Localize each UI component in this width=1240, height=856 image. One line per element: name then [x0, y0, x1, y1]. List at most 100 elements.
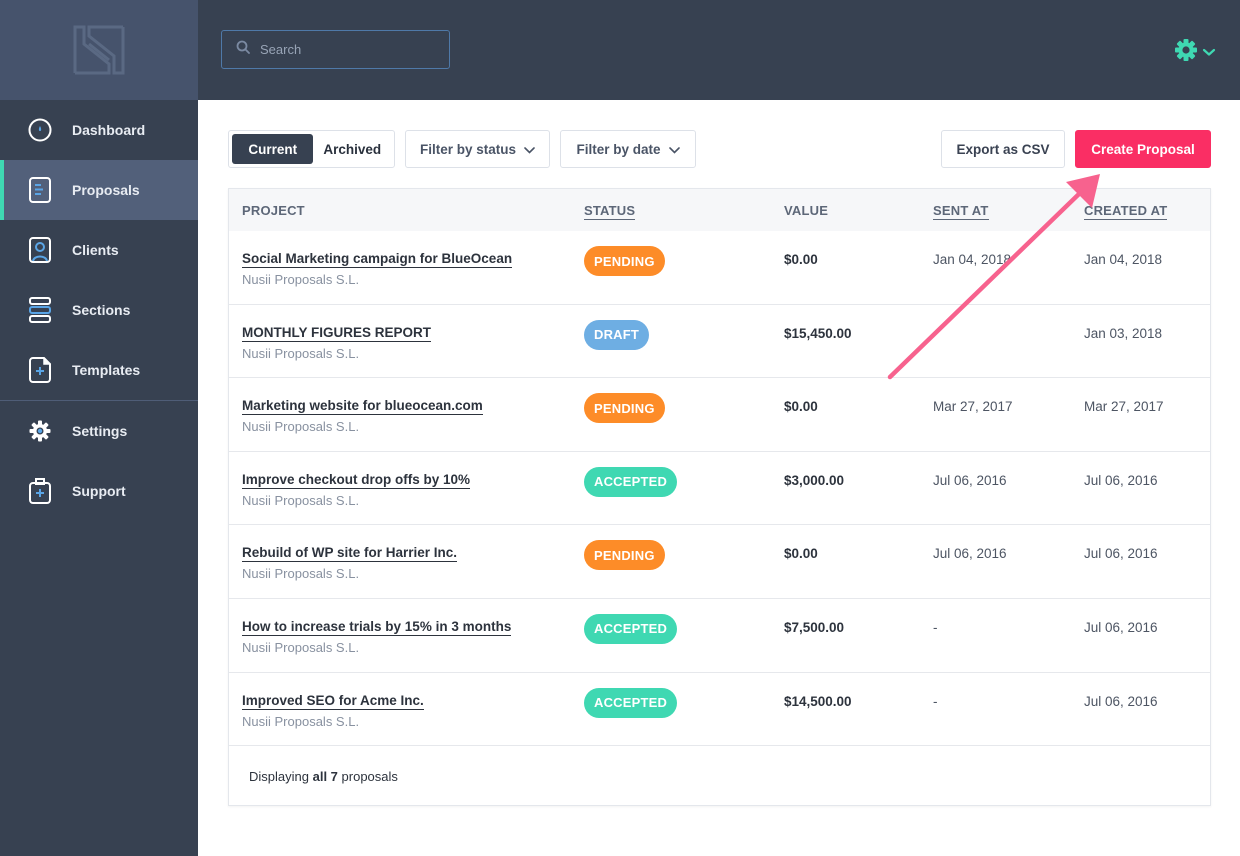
project-cell: Marketing website for blueocean.com Nusii…: [242, 398, 483, 434]
created-at-cell: Jul 06, 2016: [1084, 619, 1158, 635]
table-row[interactable]: Improved SEO for Acme Inc. Nusii Proposal…: [229, 673, 1210, 747]
gear-icon: [1174, 38, 1198, 67]
client-icon: [28, 237, 52, 263]
template-icon: [28, 357, 52, 383]
sidebar-item-label: Templates: [72, 362, 141, 378]
sidebar: Dashboard Proposals Clients Sections Tem…: [0, 0, 198, 856]
filter-by-status-dropdown[interactable]: Filter by status: [405, 130, 550, 168]
table-row[interactable]: Social Marketing campaign for BlueOcean N…: [229, 231, 1210, 305]
value-cell: $0.00: [784, 252, 818, 267]
project-cell: Rebuild of WP site for Harrier Inc. Nusii…: [242, 545, 458, 582]
project-title-link[interactable]: MONTHLY FIGURES REPORT: [242, 325, 432, 342]
value-cell: $14,500.00: [784, 693, 852, 709]
project-client: Nusii Proposals S.L.: [242, 272, 360, 287]
column-header-value: VALUE: [784, 203, 829, 218]
column-header-project: PROJECT: [242, 203, 305, 218]
create-proposal-button[interactable]: Create Proposal: [1075, 130, 1211, 168]
table-row[interactable]: MONTHLY FIGURES REPORT Nusii Proposals S.…: [229, 305, 1210, 379]
table-row[interactable]: Marketing website for blueocean.com Nusii…: [229, 378, 1210, 452]
project-title-link[interactable]: Social Marketing campaign for BlueOcean: [242, 251, 513, 268]
sidebar-item-proposals[interactable]: Proposals: [0, 160, 198, 220]
sidebar-item-clients[interactable]: Clients: [0, 220, 198, 280]
sent-at-cell: Jul 06, 2016: [933, 546, 1007, 562]
settings-menu-button[interactable]: [1174, 38, 1216, 67]
status-badge: ACCEPTED: [584, 466, 678, 497]
search-box[interactable]: [221, 30, 450, 69]
search-icon: [236, 40, 250, 59]
status-badge: ACCEPTED: [584, 687, 678, 718]
status-badge: PENDING: [584, 540, 665, 571]
chevron-down-icon: [524, 142, 535, 157]
table-header: PROJECT STATUS VALUE SENT AT CREATED AT: [229, 189, 1210, 231]
project-client: Nusii Proposals S.L.: [242, 639, 360, 655]
tab-current[interactable]: Current: [232, 134, 314, 164]
value-cell: $3,000.00: [784, 472, 845, 488]
table-row[interactable]: Rebuild of WP site for Harrier Inc. Nusii…: [229, 525, 1210, 599]
top-header: [198, 0, 1240, 100]
sidebar-item-support[interactable]: Support: [0, 461, 198, 521]
sections-icon: [28, 297, 52, 323]
footer-count: all 7: [312, 769, 338, 784]
column-header-created-at[interactable]: CREATED AT: [1084, 203, 1168, 220]
footer-prefix: Displaying: [249, 769, 309, 784]
sidebar-item-label: Clients: [72, 242, 119, 258]
support-icon: [28, 478, 52, 504]
sidebar-item-label: Sections: [72, 302, 131, 318]
chevron-down-icon: [1202, 44, 1216, 62]
sidebar-item-label: Proposals: [72, 182, 140, 198]
project-cell: MONTHLY FIGURES REPORT Nusii Proposals S.…: [242, 325, 432, 361]
tab-archived[interactable]: Archived: [313, 134, 391, 164]
sidebar-item-dashboard[interactable]: Dashboard: [0, 100, 198, 160]
table-row[interactable]: Improve checkout drop offs by 10% Nusii P…: [229, 452, 1210, 526]
filter-by-date-label: Filter by date: [576, 141, 661, 157]
project-client: Nusii Proposals S.L.: [242, 566, 360, 582]
sent-at-cell: Mar 27, 2017: [933, 399, 1013, 415]
project-title-link[interactable]: Marketing website for blueocean.com: [242, 398, 483, 416]
project-cell: Social Marketing campaign for BlueOcean N…: [242, 251, 513, 287]
proposals-table: PROJECT STATUS VALUE SENT AT CREATED AT …: [228, 188, 1211, 806]
project-title-link[interactable]: Improved SEO for Acme Inc.: [242, 693, 424, 710]
sent-at-cell: -: [933, 619, 938, 635]
value-cell: $0.00: [784, 546, 818, 562]
sidebar-item-sections[interactable]: Sections: [0, 280, 198, 340]
nusii-logo-icon: [73, 25, 125, 75]
project-cell: How to increase trials by 15% in 3 month…: [242, 619, 512, 655]
logo[interactable]: [0, 0, 198, 100]
table-row[interactable]: How to increase trials by 15% in 3 month…: [229, 599, 1210, 673]
sidebar-item-settings[interactable]: Settings: [0, 401, 198, 461]
status-badge: ACCEPTED: [584, 613, 678, 644]
sidebar-nav-secondary: Settings Support: [0, 401, 198, 521]
chevron-down-icon: [668, 142, 680, 157]
project-client: Nusii Proposals S.L.: [242, 419, 360, 435]
project-title-link[interactable]: Rebuild of WP site for Harrier Inc.: [242, 545, 458, 563]
sent-at-cell: Jul 06, 2016: [933, 472, 1007, 488]
created-at-cell: Jul 06, 2016: [1084, 693, 1158, 709]
project-title-link[interactable]: Improve checkout drop offs by 10%: [242, 472, 471, 489]
table-body: Social Marketing campaign for BlueOcean N…: [229, 231, 1210, 747]
project-title-link[interactable]: How to increase trials by 15% in 3 month…: [242, 619, 512, 636]
sidebar-item-templates[interactable]: Templates: [0, 340, 198, 400]
status-badge: DRAFT: [584, 319, 650, 350]
value-cell: $15,450.00: [784, 325, 852, 341]
current-archived-toggle: Current Archived: [228, 130, 395, 168]
search-input[interactable]: [260, 42, 440, 57]
sent-at-cell: Jan 04, 2018: [933, 252, 1012, 267]
created-at-cell: Jan 03, 2018: [1084, 325, 1163, 341]
created-at-cell: Jan 04, 2018: [1084, 252, 1163, 267]
column-header-sent-at[interactable]: SENT AT: [933, 203, 989, 220]
created-at-cell: Jul 06, 2016: [1084, 472, 1158, 488]
column-header-status[interactable]: STATUS: [584, 203, 636, 220]
footer-suffix: proposals: [341, 769, 398, 784]
proposals-toolbar: Current Archived Filter by status Filter…: [228, 130, 1211, 168]
sidebar-nav: Dashboard Proposals Clients Sections Tem…: [0, 100, 198, 400]
export-csv-button[interactable]: Export as CSV: [941, 130, 1065, 168]
sent-at-cell: -: [933, 693, 938, 709]
table-footer-count: Displaying all 7 proposals: [249, 769, 398, 784]
value-cell: $7,500.00: [784, 619, 845, 635]
gear-icon: [28, 419, 52, 443]
project-cell: Improved SEO for Acme Inc. Nusii Proposal…: [242, 693, 424, 729]
filter-by-date-dropdown[interactable]: Filter by date: [560, 130, 696, 168]
filter-by-status-label: Filter by status: [419, 141, 517, 157]
sidebar-item-label: Settings: [72, 423, 128, 439]
status-badge: PENDING: [584, 246, 665, 276]
